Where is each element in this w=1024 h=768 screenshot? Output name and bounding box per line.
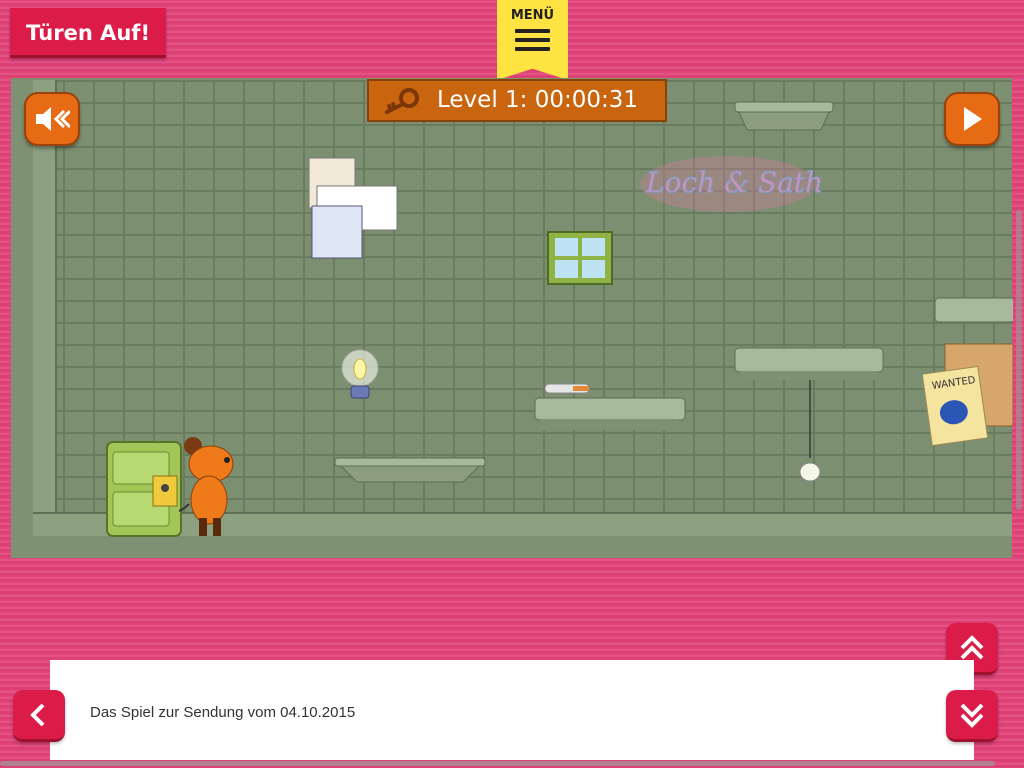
hamburger-icon [515,29,550,56]
game-canvas[interactable]: Loch & Sath WANTED [11,78,1013,558]
graffiti-text: Loch & Sath [645,166,823,199]
level-timer: Level 1: 00:00:31 [367,79,667,122]
ledge-middle [534,383,686,430]
wall-lamp-icon [341,349,379,399]
paper-notes-icon [308,157,398,259]
timer-text: Level 1: 00:00:31 [437,87,639,113]
ledge-far-right [934,297,1013,323]
key-icon [385,88,419,114]
exit-door[interactable] [105,438,185,538]
ledge-right [734,347,884,482]
chevron-left-icon [30,703,45,726]
play-icon [964,107,982,131]
mouse-character[interactable] [179,434,249,538]
double-chevron-up-icon [960,634,984,659]
left-wall [33,80,57,536]
graffiti: Loch & Sath [640,156,824,212]
vertical-scrollbar[interactable] [1016,210,1022,510]
ledge-low [334,457,486,483]
speaker-muted-icon [36,107,70,131]
game-title-button[interactable]: Türen Auf! [10,8,166,58]
scroll-down-button[interactable] [946,690,998,742]
sound-toggle-button[interactable] [24,92,80,146]
double-chevron-down-icon [960,703,984,728]
menu-button[interactable]: MENÜ [497,0,568,80]
wanted-poster: WANTED [923,343,1013,447]
menu-label: MENÜ [510,8,555,23]
caption-text: Das Spiel zur Sendung vom 04.10.2015 [90,704,356,721]
ledge-top [734,101,834,131]
window-icon [547,231,613,285]
play-button[interactable] [944,92,1000,146]
back-button[interactable] [13,690,65,742]
caption-panel: Das Spiel zur Sendung vom 04.10.2015 [50,660,974,760]
horizontal-scrollbar[interactable] [0,761,995,766]
